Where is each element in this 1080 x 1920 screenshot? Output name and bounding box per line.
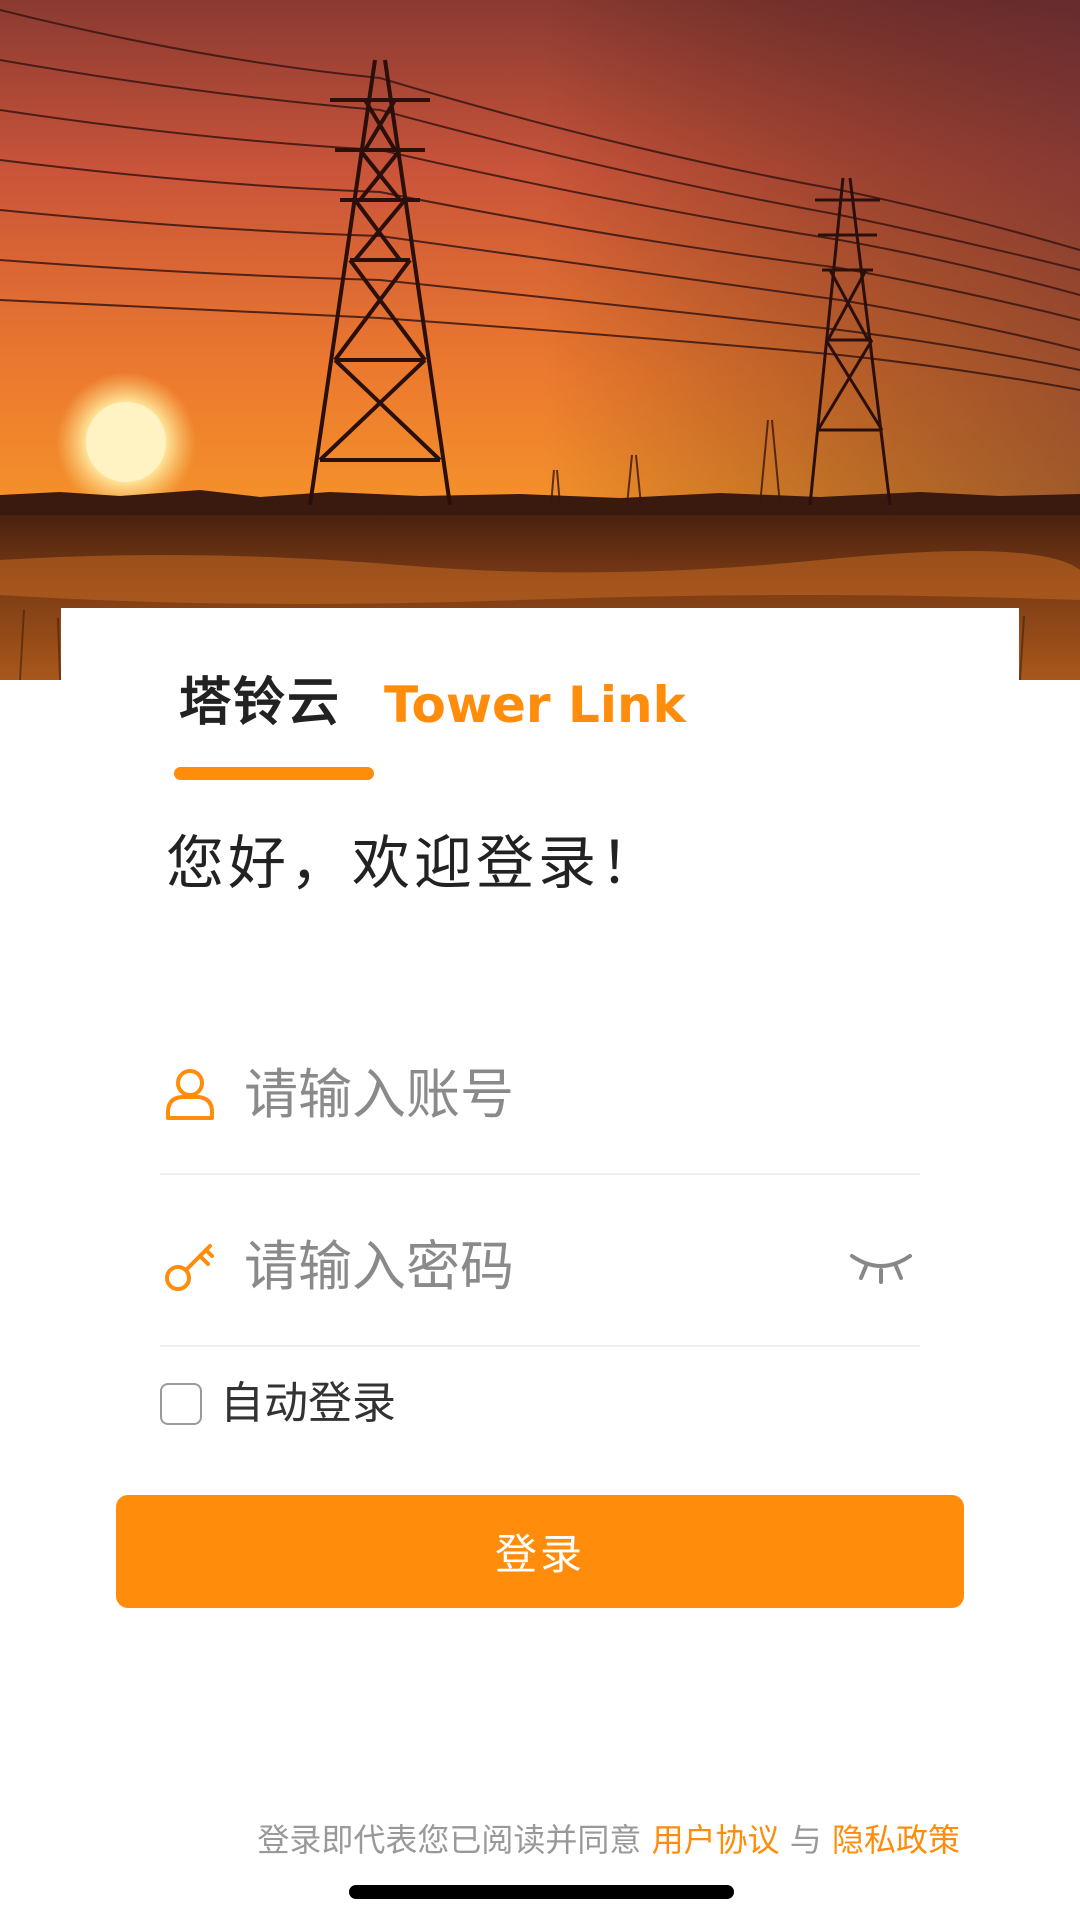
privacy-policy-link[interactable]: 隐私政策 [832, 1821, 960, 1859]
account-divider [160, 1173, 920, 1175]
auto-login-checkbox[interactable] [160, 1383, 202, 1425]
agreement-prefix: 登录即代表您已阅读并同意 [257, 1821, 642, 1859]
account-input[interactable] [244, 1058, 804, 1130]
user-agreement-link[interactable]: 用户协议 [652, 1821, 780, 1859]
hero-banner [0, 0, 1080, 680]
brand-name-cn: 塔铃云 [179, 673, 342, 733]
auto-login-row[interactable]: 自动登录 [160, 1374, 396, 1434]
auto-login-label: 自动登录 [220, 1378, 396, 1429]
brand-name-en: Tower Link [384, 676, 686, 734]
home-indicator[interactable] [349, 1885, 734, 1899]
brand-underline [174, 767, 374, 780]
password-input[interactable] [244, 1230, 804, 1302]
agreement-text: 登录即代表您已阅读并同意 用户协议 与 隐私政策 [257, 1818, 960, 1862]
key-icon [162, 1238, 218, 1294]
password-field [160, 1202, 920, 1347]
account-field [160, 1030, 920, 1175]
hero-sunset-image [0, 0, 1080, 680]
login-button[interactable]: 登录 [116, 1495, 964, 1608]
password-divider [160, 1345, 920, 1347]
greeting-title: 您好，欢迎登录！ [166, 829, 663, 897]
user-icon [162, 1066, 218, 1122]
eye-closed-icon[interactable] [846, 1246, 916, 1286]
agreement-conjunction: 与 [789, 1821, 822, 1859]
